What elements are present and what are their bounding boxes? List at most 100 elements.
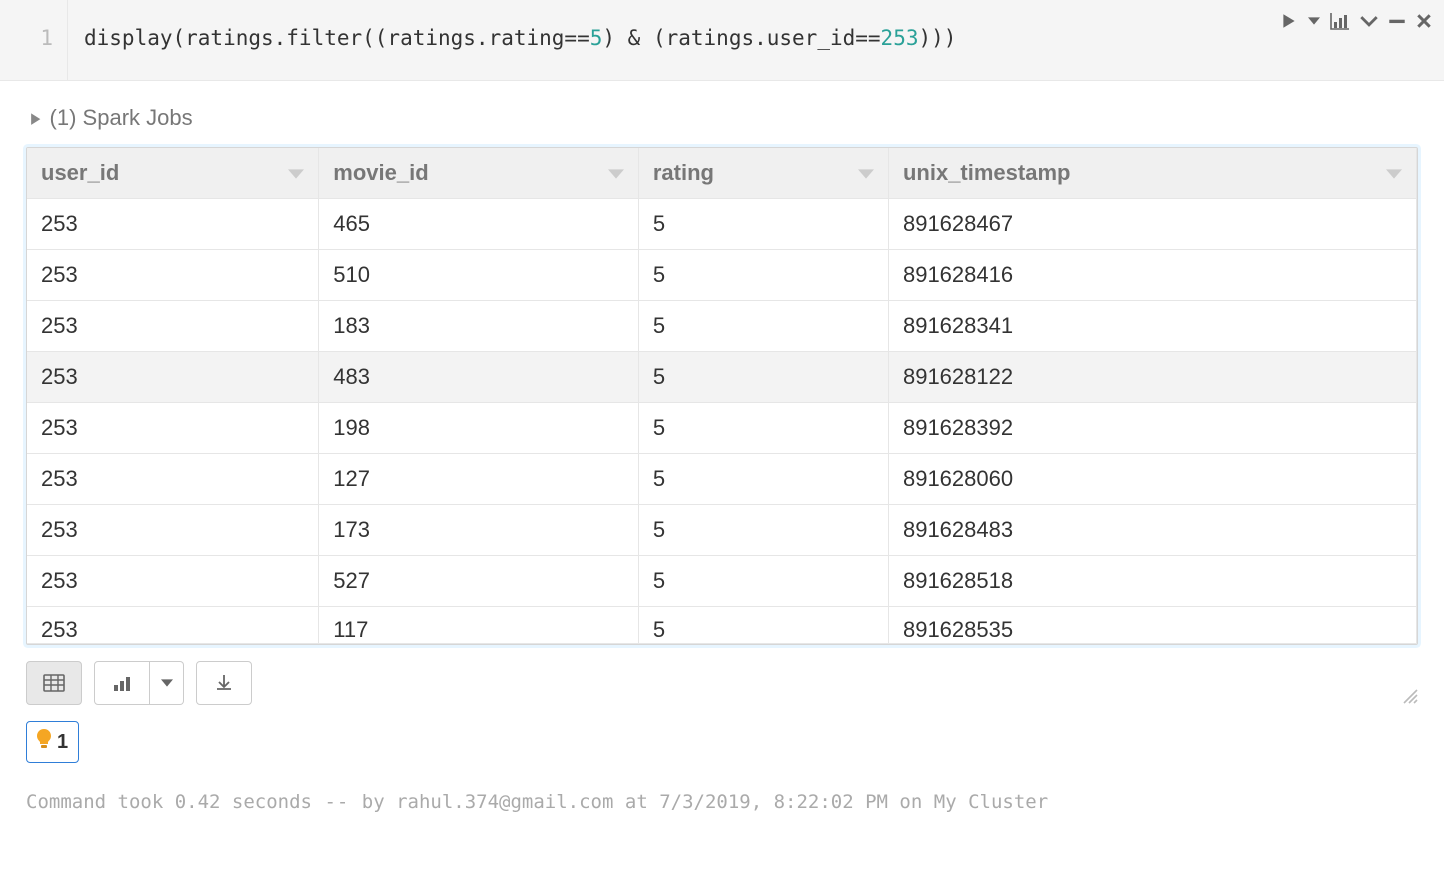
chevron-down-icon[interactable]	[1308, 15, 1320, 27]
table-header-row: user_id movie_id rating unix_timestamp	[27, 148, 1417, 199]
table-row[interactable]: 2531735891628483	[27, 505, 1417, 556]
table-cell: 253	[27, 301, 319, 352]
download-button[interactable]	[196, 661, 252, 705]
table-row[interactable]: 2531985891628392	[27, 403, 1417, 454]
line-number: 1	[40, 26, 53, 50]
table-cell: 527	[319, 556, 639, 607]
table-cell: 5	[638, 607, 888, 644]
table-cell: 510	[319, 250, 639, 301]
table-cell: 127	[319, 454, 639, 505]
table-cell: 5	[638, 556, 888, 607]
code-number: 253	[881, 26, 919, 50]
column-header-label: movie_id	[333, 160, 428, 185]
table-cell: 891628392	[888, 403, 1416, 454]
column-header-label: rating	[653, 160, 714, 185]
code-segment: )))	[918, 26, 956, 50]
spark-jobs-label: (1) Spark Jobs	[50, 105, 193, 131]
table-cell: 891628483	[888, 505, 1416, 556]
chevron-down-icon[interactable]	[1360, 14, 1378, 28]
footer-user: rahul.374@gmail.com	[396, 791, 613, 813]
table-cell: 891628416	[888, 250, 1416, 301]
tips-row: 1	[12, 711, 1432, 769]
table-cell: 891628467	[888, 199, 1416, 250]
table-row[interactable]: 2531835891628341	[27, 301, 1417, 352]
result-toolbar	[12, 645, 1432, 711]
table-cell: 198	[319, 403, 639, 454]
tip-count: 1	[57, 731, 68, 754]
lightbulb-icon	[35, 728, 53, 756]
code-editor[interactable]: display(ratings.filter((ratings.rating==…	[68, 0, 1444, 80]
table-cell: 253	[27, 352, 319, 403]
spark-jobs-toggle[interactable]: ▶ (1) Spark Jobs	[12, 81, 1432, 147]
tip-badge[interactable]: 1	[26, 721, 79, 763]
sort-caret-icon[interactable]	[858, 160, 874, 186]
table-view-button[interactable]	[26, 661, 82, 705]
table-cell: 891628122	[888, 352, 1416, 403]
table-cell: 253	[27, 556, 319, 607]
chart-dropdown-button[interactable]	[150, 661, 184, 705]
chart-view-button[interactable]	[94, 661, 150, 705]
table-cell: 173	[319, 505, 639, 556]
footer-duration: 0.42 seconds	[175, 791, 312, 813]
table-row[interactable]: 2535105891628416	[27, 250, 1417, 301]
footer-separator: --	[312, 791, 362, 813]
table-cell: 891628535	[888, 607, 1416, 644]
resize-grip-icon[interactable]	[1400, 686, 1418, 709]
table-cell: 117	[319, 607, 639, 644]
table-cell: 891628341	[888, 301, 1416, 352]
column-header[interactable]: unix_timestamp	[888, 148, 1416, 199]
sort-caret-icon[interactable]	[608, 160, 624, 186]
footer-by-label: by	[362, 791, 396, 813]
result-table-container: user_idmovie_idratingunix_timestamp 2534…	[26, 147, 1418, 645]
table-row[interactable]: 2534655891628467	[27, 199, 1417, 250]
table-row[interactable]: 2534835891628122	[27, 352, 1417, 403]
column-header[interactable]: rating	[638, 148, 888, 199]
code-cell: 1 display(ratings.filter((ratings.rating…	[0, 0, 1444, 81]
table-cell: 5	[638, 250, 888, 301]
table-cell: 5	[638, 301, 888, 352]
table-cell: 253	[27, 607, 319, 644]
footer-cluster: My Cluster	[934, 791, 1048, 813]
table-cell: 5	[638, 199, 888, 250]
footer-prefix: Command took	[26, 791, 175, 813]
code-segment: ) & (ratings.user_id==	[602, 26, 880, 50]
table-row[interactable]: 2531275891628060	[27, 454, 1417, 505]
run-icon[interactable]	[1280, 12, 1298, 30]
table-cell: 253	[27, 505, 319, 556]
cell-output: ▶ (1) Spark Jobs user_id movie_id rating un…	[0, 81, 1444, 835]
table-row[interactable]: 2531175891628535	[27, 607, 1417, 644]
result-table: user_idmovie_idratingunix_timestamp 2534…	[27, 148, 1417, 644]
table-cell: 5	[638, 454, 888, 505]
table-cell: 253	[27, 454, 319, 505]
chart-view-group	[94, 661, 184, 705]
table-cell: 465	[319, 199, 639, 250]
table-cell: 253	[27, 199, 319, 250]
table-cell: 5	[638, 505, 888, 556]
footer-on-label: on	[888, 791, 934, 813]
line-number-gutter: 1	[0, 0, 68, 80]
chevron-right-icon: ▶	[31, 109, 40, 127]
table-cell: 5	[638, 352, 888, 403]
column-header-label: user_id	[41, 160, 119, 185]
footer-timestamp: 7/3/2019, 8:22:02 PM	[659, 791, 888, 813]
column-header[interactable]: user_id	[27, 148, 319, 199]
table-cell: 183	[319, 301, 639, 352]
execution-footer: Command took 0.42 seconds -- by rahul.37…	[12, 769, 1432, 835]
cell-actions	[1280, 12, 1432, 30]
table-cell: 253	[27, 403, 319, 454]
column-header-label: unix_timestamp	[903, 160, 1071, 185]
table-cell: 891628518	[888, 556, 1416, 607]
sort-caret-icon[interactable]	[288, 160, 304, 186]
table-cell: 891628060	[888, 454, 1416, 505]
footer-at-label: at	[613, 791, 659, 813]
sort-caret-icon[interactable]	[1386, 160, 1402, 186]
bar-chart-icon[interactable]	[1330, 12, 1350, 30]
table-row[interactable]: 2535275891628518	[27, 556, 1417, 607]
close-icon[interactable]	[1416, 13, 1432, 29]
code-segment: display(ratings.filter((ratings.rating==	[84, 26, 590, 50]
column-header[interactable]: movie_id	[319, 148, 639, 199]
minimize-icon[interactable]	[1388, 12, 1406, 30]
code-number: 5	[590, 26, 603, 50]
table-cell: 253	[27, 250, 319, 301]
table-cell: 483	[319, 352, 639, 403]
